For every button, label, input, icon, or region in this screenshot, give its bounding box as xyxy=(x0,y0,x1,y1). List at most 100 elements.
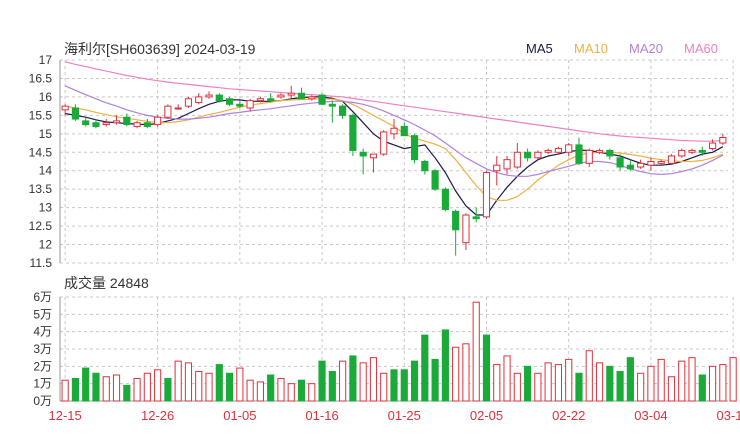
price-y-tick-label: 14.5 xyxy=(29,145,53,159)
candle-body xyxy=(236,103,244,107)
candle-body xyxy=(133,122,141,127)
candle-body xyxy=(719,137,727,144)
candle-body xyxy=(164,105,172,118)
volume-bar xyxy=(410,360,419,402)
candle xyxy=(390,119,398,140)
volume-bar xyxy=(112,374,121,402)
candle xyxy=(102,119,110,127)
volume-bar xyxy=(441,329,449,402)
candle xyxy=(544,148,552,155)
candle-body xyxy=(657,161,665,164)
candle-body xyxy=(616,157,624,168)
volume-bar xyxy=(267,374,275,402)
candle xyxy=(410,133,419,164)
volume-bar xyxy=(503,355,511,402)
volume-bar xyxy=(339,360,347,402)
candle-body xyxy=(606,149,614,157)
volume-bar xyxy=(154,369,162,402)
volume-bar xyxy=(452,346,460,402)
candle xyxy=(154,115,162,127)
candle-body xyxy=(513,151,521,168)
candle-body xyxy=(493,164,501,172)
price-y-tick-label: 12.5 xyxy=(29,219,53,233)
candle-body xyxy=(554,148,563,153)
candle xyxy=(637,159,645,169)
volume-bar xyxy=(524,365,532,402)
candle xyxy=(421,159,429,175)
candle xyxy=(328,100,336,123)
volume-bar xyxy=(369,357,378,402)
candle xyxy=(369,153,378,173)
candle xyxy=(606,148,614,160)
date-x-tick-label: 02-05 xyxy=(470,408,503,423)
volume-bar xyxy=(626,357,634,402)
volume-bar xyxy=(482,334,491,402)
candle-body xyxy=(277,94,285,98)
volume-bar xyxy=(133,377,141,402)
candle xyxy=(164,104,172,120)
candle xyxy=(246,98,254,112)
candle-body xyxy=(246,100,254,109)
volume-y-tick-label: 3万 xyxy=(33,342,52,356)
candle-body xyxy=(267,98,275,102)
candle-body xyxy=(626,164,634,170)
candle xyxy=(400,122,408,137)
volume-bar xyxy=(719,364,727,402)
legend-ma5: MA5 xyxy=(526,41,553,56)
candle-body xyxy=(390,127,398,135)
volume-bar xyxy=(205,372,213,402)
volume-bar xyxy=(554,364,563,402)
date-x-tick-label: 03-04 xyxy=(634,408,667,423)
candle-body xyxy=(595,149,604,153)
candle-body xyxy=(585,149,593,164)
candle-body xyxy=(256,98,264,102)
volume-y-tick-label: 5万 xyxy=(33,307,52,321)
candle-body xyxy=(154,116,162,126)
volume-bar xyxy=(616,371,624,402)
candle-body xyxy=(195,96,203,103)
candle-body xyxy=(339,105,347,116)
volume-bar xyxy=(297,379,306,402)
candle xyxy=(575,137,583,166)
price-y-tick-label: 16 xyxy=(39,90,53,104)
volume-bar xyxy=(123,384,131,402)
ma-line-ma5 xyxy=(64,96,724,216)
candle xyxy=(133,120,141,129)
candle xyxy=(503,155,511,175)
volume-y-tick-label: 1万 xyxy=(33,377,52,391)
candle xyxy=(71,104,79,121)
candle-body xyxy=(688,149,696,153)
volume-bar xyxy=(215,364,223,402)
date-x-tick-label: 12-26 xyxy=(141,408,174,423)
candle xyxy=(441,187,449,212)
volume-bar xyxy=(82,367,90,402)
candle xyxy=(626,159,634,171)
volume-bar xyxy=(544,362,552,402)
legend-ma60: MA60 xyxy=(684,41,718,56)
candle xyxy=(82,117,90,127)
volume-bar xyxy=(647,365,655,402)
volume-bar xyxy=(688,357,696,402)
volume-bar xyxy=(431,358,439,402)
volume-bar xyxy=(380,372,388,402)
volume-bar xyxy=(513,372,521,402)
candle-body xyxy=(534,151,542,159)
candle-body xyxy=(184,98,193,107)
volume-bar xyxy=(236,367,244,402)
candle xyxy=(205,91,213,99)
volume-bar xyxy=(606,365,614,402)
candle xyxy=(184,96,193,108)
candle-body xyxy=(431,170,439,190)
volume-bar xyxy=(349,355,357,402)
volume-bar xyxy=(256,381,264,402)
candle xyxy=(215,93,223,103)
volume-bar xyxy=(698,374,706,402)
volume-bar xyxy=(61,379,69,402)
candle xyxy=(688,148,696,155)
volume-bar xyxy=(421,334,429,402)
volume-bar xyxy=(575,372,583,402)
volume-bar xyxy=(143,372,151,402)
candle xyxy=(267,93,275,103)
candle xyxy=(513,143,521,169)
candle-body xyxy=(123,116,131,126)
